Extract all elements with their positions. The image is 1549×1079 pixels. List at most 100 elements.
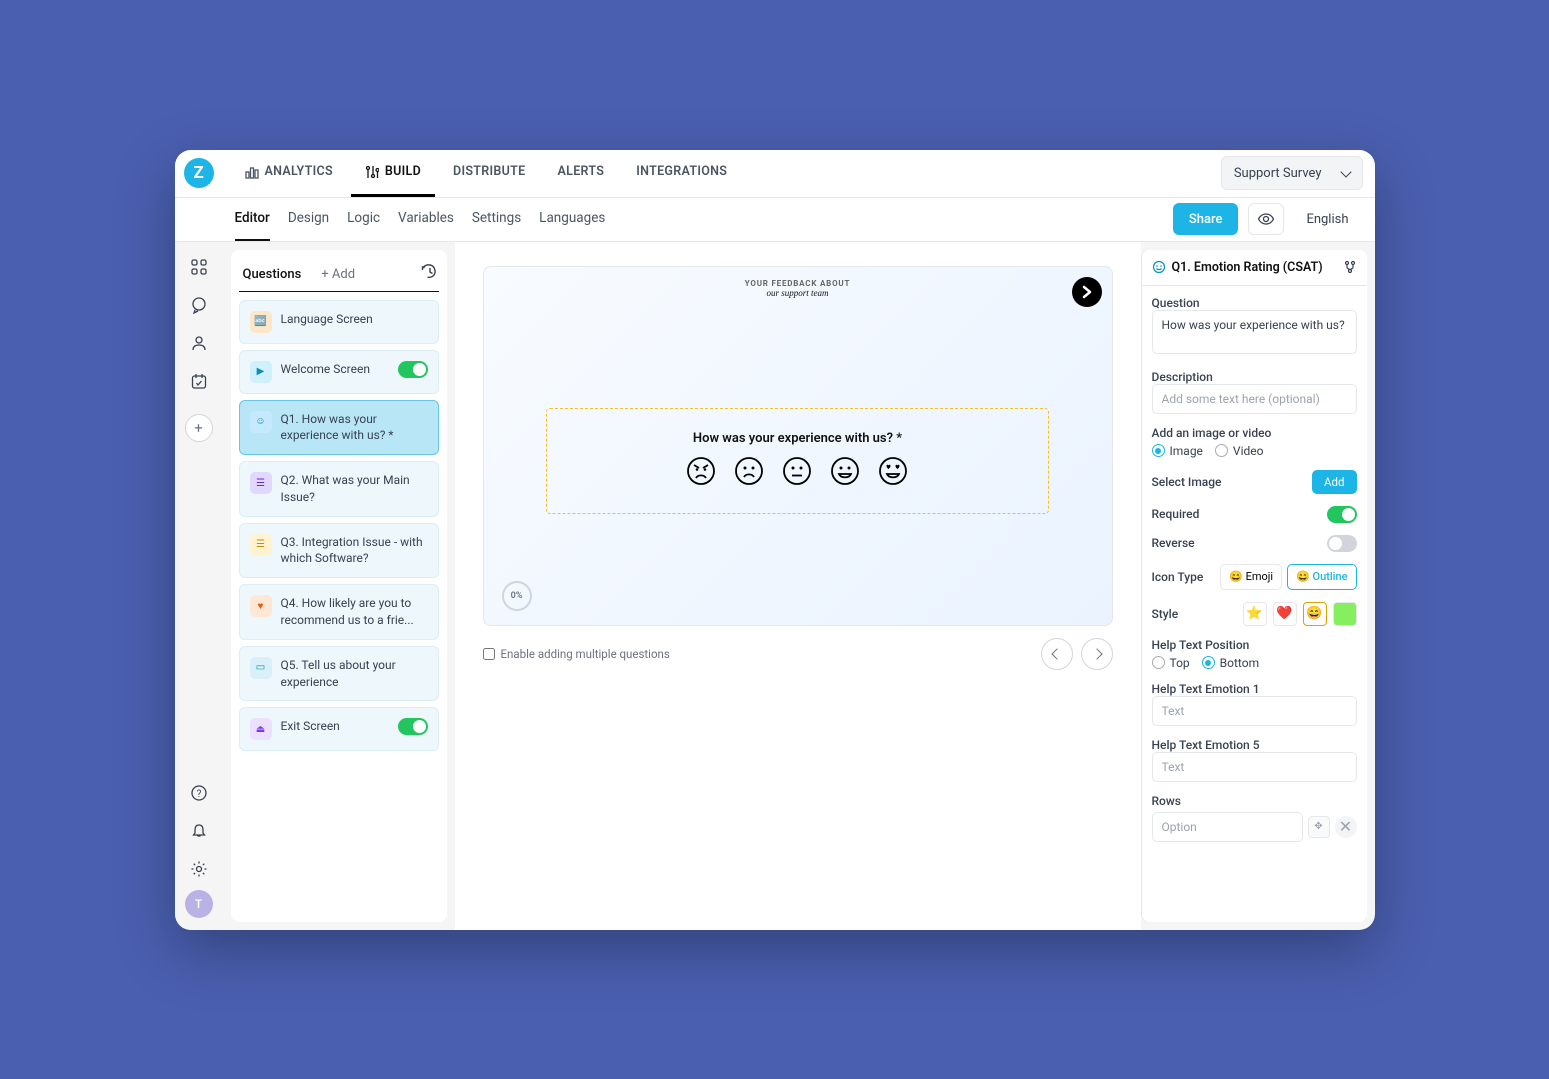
question-item-exit[interactable]: ⏏Exit Screen [239,707,439,751]
style-emoji[interactable]: 😄 [1303,602,1327,626]
history-icon[interactable] [421,264,439,284]
topbar: Z ANALYTICS BUILD DISTRIBUTE ALERTS INTE… [175,150,1375,198]
branch-icon[interactable] [1343,260,1357,274]
tab-label: ALERTS [558,164,605,179]
canvas: YOUR FEEDBACK ABOUT our support team How… [455,242,1141,930]
logo[interactable]: Z [175,150,223,198]
question-label: Q1. How was your experience with us? * [281,411,428,445]
rail-calendar[interactable] [182,364,216,398]
calendar-icon [190,372,208,390]
rail-settings[interactable] [182,852,216,886]
question-item-q5[interactable]: ▭Q5. Tell us about your experience [239,646,439,702]
prev-button[interactable] [1041,638,1073,670]
subtab-logic[interactable]: Logic [347,197,380,241]
style-star[interactable]: ⭐ [1243,602,1267,626]
help-5-input[interactable] [1152,752,1357,782]
icon-type-emoji[interactable]: 😄 Emoji [1220,564,1282,590]
reverse-toggle[interactable] [1327,535,1357,552]
tab-integrations[interactable]: INTEGRATIONS [622,150,741,198]
tab-analytics[interactable]: ANALYTICS [231,150,347,198]
rail-notifications[interactable] [182,814,216,848]
subtab-editor[interactable]: Editor [235,197,270,241]
rail-responses[interactable] [182,288,216,322]
help-icon: ? [190,784,208,802]
question-item-q1[interactable]: ☺ Q1. How was your experience with us? * [239,400,439,456]
question-label: Q4. How likely are you to recommend us t… [281,595,428,629]
chat-icon [190,296,208,314]
checkbox-label: Enable adding multiple questions [501,647,670,661]
preview-subheading: our support team [745,288,850,298]
question-label: Welcome Screen [281,361,389,378]
checkbox[interactable] [483,648,495,660]
required-toggle[interactable] [1327,506,1357,523]
help-1-input[interactable] [1152,696,1357,726]
question-item-language[interactable]: 🔤Language Screen [239,300,439,344]
tab-distribute[interactable]: DISTRIBUTE [439,150,539,198]
media-image-radio[interactable]: Image [1152,444,1203,458]
rail-dashboard[interactable] [182,250,216,284]
emoji-neutral-icon[interactable] [782,456,812,491]
subtab-languages[interactable]: Languages [539,197,605,241]
rail-contacts[interactable] [182,326,216,360]
next-button[interactable] [1081,638,1113,670]
properties-panel: Q1. Emotion Rating (CSAT) Question Descr… [1141,250,1367,922]
select-image-label: Select Image [1152,475,1222,489]
style-label: Style [1152,607,1179,621]
preview-button[interactable] [1248,203,1284,235]
enable-multi-checkbox[interactable]: Enable adding multiple questions [483,647,670,661]
emotion-type-icon [1152,260,1166,274]
question-textarea[interactable] [1152,310,1357,354]
share-button[interactable]: Share [1173,203,1239,235]
toggle-welcome[interactable] [398,361,428,378]
preview-next-button[interactable] [1072,277,1102,307]
subtab-variables[interactable]: Variables [398,197,454,241]
description-input[interactable] [1152,384,1357,414]
chevron-down-icon [1340,166,1351,177]
subtab-design[interactable]: Design [288,197,329,241]
media-video-radio[interactable]: Video [1215,444,1264,458]
question-item-welcome[interactable]: ▶Welcome Screen [239,350,439,394]
radio-icon [1202,656,1215,669]
user-icon [190,334,208,352]
radio-icon [1152,656,1165,669]
list2-icon: ☰ [250,534,272,556]
tab-build[interactable]: BUILD [351,150,435,198]
emoji-love-icon[interactable] [878,456,908,491]
icon-type-label: Icon Type [1152,570,1204,584]
emoji-happy-icon[interactable] [830,456,860,491]
tab-alerts[interactable]: ALERTS [544,150,619,198]
emotion-icon: ☺ [250,411,272,433]
question-box[interactable]: How was your experience with us? * [546,408,1048,514]
chevron-right-icon [1080,285,1094,299]
emoji-sad-icon[interactable] [734,456,764,491]
questions-tab[interactable]: Questions [239,267,306,282]
language-select[interactable]: English [1294,203,1360,235]
delete-row-button[interactable]: ✕ [1335,816,1357,838]
question-item-q4[interactable]: ♥Q4. How likely are you to recommend us … [239,584,439,640]
style-circle[interactable] [1333,602,1357,626]
help-pos-top-radio[interactable]: Top [1152,656,1190,670]
avatar[interactable]: T [185,890,213,918]
subtab-settings[interactable]: Settings [472,197,521,241]
rows-label: Rows [1152,794,1357,808]
questions-panel: Questions + Add 🔤Language Screen ▶Welcom… [223,242,455,930]
app-window: Z ANALYTICS BUILD DISTRIBUTE ALERTS INTE… [175,150,1375,930]
drag-handle-icon[interactable]: ✥ [1308,816,1330,838]
survey-select[interactable]: Support Survey [1221,156,1363,190]
row-option-input[interactable] [1152,812,1303,842]
toggle-exit[interactable] [398,718,428,735]
emoji-angry-icon[interactable] [686,456,716,491]
question-label: Exit Screen [281,718,389,735]
style-heart[interactable]: ❤️ [1273,602,1297,626]
add-question-button[interactable]: + Add [305,267,355,282]
rail-add[interactable]: + [185,414,213,442]
icon-type-outline[interactable]: 😄 Outline [1287,564,1356,590]
add-image-button[interactable]: Add [1312,470,1356,494]
tab-label: BUILD [385,164,421,179]
question-label: Q2. What was your Main Issue? [281,472,428,506]
logo-badge: Z [184,158,214,188]
rail-help[interactable]: ? [182,776,216,810]
question-item-q3[interactable]: ☰Q3. Integration Issue - with which Soft… [239,523,439,579]
help-pos-bottom-radio[interactable]: Bottom [1202,656,1259,670]
question-item-q2[interactable]: ☰Q2. What was your Main Issue? [239,461,439,517]
